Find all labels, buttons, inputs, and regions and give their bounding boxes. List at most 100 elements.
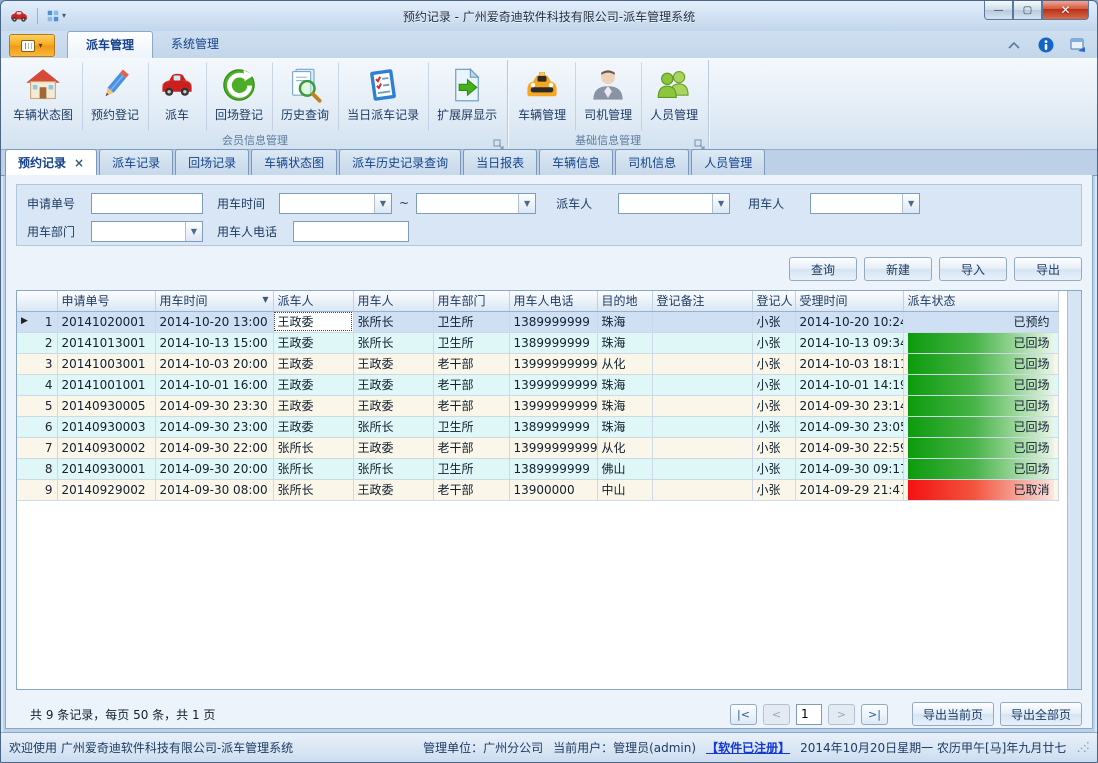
table-cell[interactable]: 小张 (752, 395, 795, 416)
row-indicator-cell[interactable]: ▶1 (17, 311, 57, 332)
table-cell[interactable]: 老干部 (433, 437, 509, 458)
ribbon-button[interactable]: 车辆状态图 (4, 62, 82, 131)
table-cell[interactable]: 珠海 (597, 395, 652, 416)
table-cell[interactable]: 珠海 (597, 332, 652, 353)
table-cell[interactable]: 20140929002 (57, 479, 155, 500)
doc-tab[interactable]: 人员管理 (691, 149, 765, 175)
sort-descending-icon[interactable]: ▼ (262, 295, 268, 304)
table-cell[interactable]: 张所长 (273, 458, 353, 479)
table-cell[interactable] (652, 374, 752, 395)
info-icon[interactable] (1037, 36, 1055, 54)
table-cell[interactable]: 王政委 (353, 353, 433, 374)
table-cell[interactable]: 2014-09-30 23:14 (795, 395, 903, 416)
last-page-button[interactable]: >| (861, 704, 888, 725)
table-cell[interactable]: 20141003001 (57, 353, 155, 374)
table-cell[interactable]: 小张 (752, 458, 795, 479)
table-cell[interactable]: 王政委 (353, 374, 433, 395)
table-cell[interactable]: 13999999999 (509, 395, 597, 416)
table-cell[interactable]: 2014-10-01 14:19 (795, 374, 903, 395)
ribbon-button[interactable]: 预约登记 (82, 62, 148, 131)
application-menu-button[interactable]: ▾ (9, 34, 55, 57)
doc-tab[interactable]: 派车历史记录查询 (339, 149, 461, 175)
table-cell[interactable]: 2014-09-30 09:17 (795, 458, 903, 479)
table-cell[interactable] (652, 395, 752, 416)
doc-tab[interactable]: 司机信息 (615, 149, 689, 175)
car-user-dropdown[interactable]: ▼ (810, 193, 920, 214)
table-cell[interactable]: 2014-09-30 23:00 (155, 416, 273, 437)
first-page-button[interactable]: |< (730, 704, 757, 725)
table-cell[interactable]: 珠海 (597, 311, 652, 332)
table-row[interactable]: 2201410130012014-10-13 15:00王政委张所长卫生所138… (17, 332, 1058, 353)
export-button[interactable]: 导出 (1014, 257, 1082, 281)
table-cell[interactable]: 2014-09-30 23:05 (795, 416, 903, 437)
table-cell[interactable]: 卫生所 (433, 311, 509, 332)
table-cell[interactable]: 2014-09-30 23:30 (155, 395, 273, 416)
column-header[interactable]: 用车部门 (433, 291, 509, 311)
table-cell[interactable] (652, 353, 752, 374)
table-cell[interactable]: 张所长 (273, 437, 353, 458)
dispatch-status-cell[interactable]: 已回场 (903, 437, 1058, 458)
table-cell[interactable] (652, 416, 752, 437)
table-row[interactable]: ▶1201410200012014-10-20 13:00王政委张所长卫生所13… (17, 311, 1058, 332)
dispatch-status-cell[interactable]: 已预约 (903, 311, 1058, 332)
page-number-input[interactable]: 1 (796, 704, 822, 725)
next-page-button[interactable]: > (828, 704, 855, 725)
table-cell[interactable] (652, 479, 752, 500)
table-cell[interactable]: 珠海 (597, 416, 652, 437)
column-header[interactable]: 登记人 (752, 291, 795, 311)
doc-tab[interactable]: 车辆状态图 (251, 149, 337, 175)
row-indicator-cell[interactable]: 5 (17, 395, 57, 416)
table-cell[interactable]: 20141020001 (57, 311, 155, 332)
ribbon-button[interactable]: 车辆管理 (509, 62, 575, 131)
table-cell[interactable]: 13900000 (509, 479, 597, 500)
table-cell[interactable]: 王政委 (353, 395, 433, 416)
table-cell[interactable]: 20141001001 (57, 374, 155, 395)
collapse-ribbon-icon[interactable] (1005, 36, 1023, 54)
table-cell[interactable]: 小张 (752, 374, 795, 395)
table-cell[interactable]: 1389999999 (509, 332, 597, 353)
ribbon-button[interactable]: 司机管理 (575, 62, 641, 131)
doc-tab[interactable]: 预约记录× (5, 149, 97, 176)
table-cell[interactable]: 王政委 (353, 479, 433, 500)
table-cell[interactable]: 1389999999 (509, 311, 597, 332)
dispatch-status-cell[interactable]: 已回场 (903, 458, 1058, 479)
row-indicator-cell[interactable]: 2 (17, 332, 57, 353)
column-header[interactable]: 派车人 (273, 291, 353, 311)
request-no-input[interactable] (91, 193, 203, 214)
table-cell[interactable]: 珠海 (597, 374, 652, 395)
maximize-button[interactable]: ▢ (1013, 1, 1042, 20)
table-cell[interactable]: 王政委 (273, 395, 353, 416)
table-cell[interactable]: 王政委 (273, 416, 353, 437)
minimize-button[interactable]: — (984, 1, 1013, 20)
dispatcher-dropdown[interactable]: ▼ (618, 193, 730, 214)
table-cell[interactable]: 20141013001 (57, 332, 155, 353)
table-cell[interactable]: 2014-10-13 09:34 (795, 332, 903, 353)
table-cell[interactable]: 张所长 (273, 479, 353, 500)
row-indicator-cell[interactable]: 3 (17, 353, 57, 374)
row-indicator-cell[interactable]: 9 (17, 479, 57, 500)
close-tab-icon[interactable]: × (74, 156, 84, 170)
ribbon-button[interactable]: 人员管理 (641, 62, 707, 131)
table-row[interactable]: 3201410030012014-10-03 20:00王政委王政委老干部139… (17, 353, 1058, 374)
table-cell[interactable]: 小张 (752, 353, 795, 374)
table-cell[interactable]: 2014-09-30 22:00 (155, 437, 273, 458)
table-cell[interactable]: 1389999999 (509, 416, 597, 437)
table-row[interactable]: 7201409300022014-09-30 22:00张所长王政委老干部139… (17, 437, 1058, 458)
software-registered-link[interactable]: 【软件已注册】 (706, 739, 790, 756)
table-row[interactable]: 6201409300032014-09-30 23:00王政委张所长卫生所138… (17, 416, 1058, 437)
column-header[interactable]: 登记备注 (652, 291, 752, 311)
table-cell[interactable] (652, 311, 752, 332)
table-cell[interactable] (652, 437, 752, 458)
table-cell[interactable]: 2014-10-03 20:00 (155, 353, 273, 374)
table-cell[interactable]: 2014-10-20 13:00 (155, 311, 273, 332)
doc-tab[interactable]: 派车记录 (99, 149, 173, 175)
table-cell[interactable]: 王政委 (273, 311, 353, 332)
export-all-pages-button[interactable]: 导出全部页 (1000, 702, 1082, 726)
table-cell[interactable]: 中山 (597, 479, 652, 500)
table-cell[interactable]: 2014-10-13 15:00 (155, 332, 273, 353)
department-dropdown[interactable]: ▼ (91, 221, 203, 242)
close-button[interactable]: ✕ (1042, 1, 1089, 20)
doc-tab[interactable]: 回场记录 (175, 149, 249, 175)
ribbon-button[interactable]: 派车 (148, 62, 206, 131)
table-row[interactable]: 5201409300052014-09-30 23:30王政委王政委老干部139… (17, 395, 1058, 416)
